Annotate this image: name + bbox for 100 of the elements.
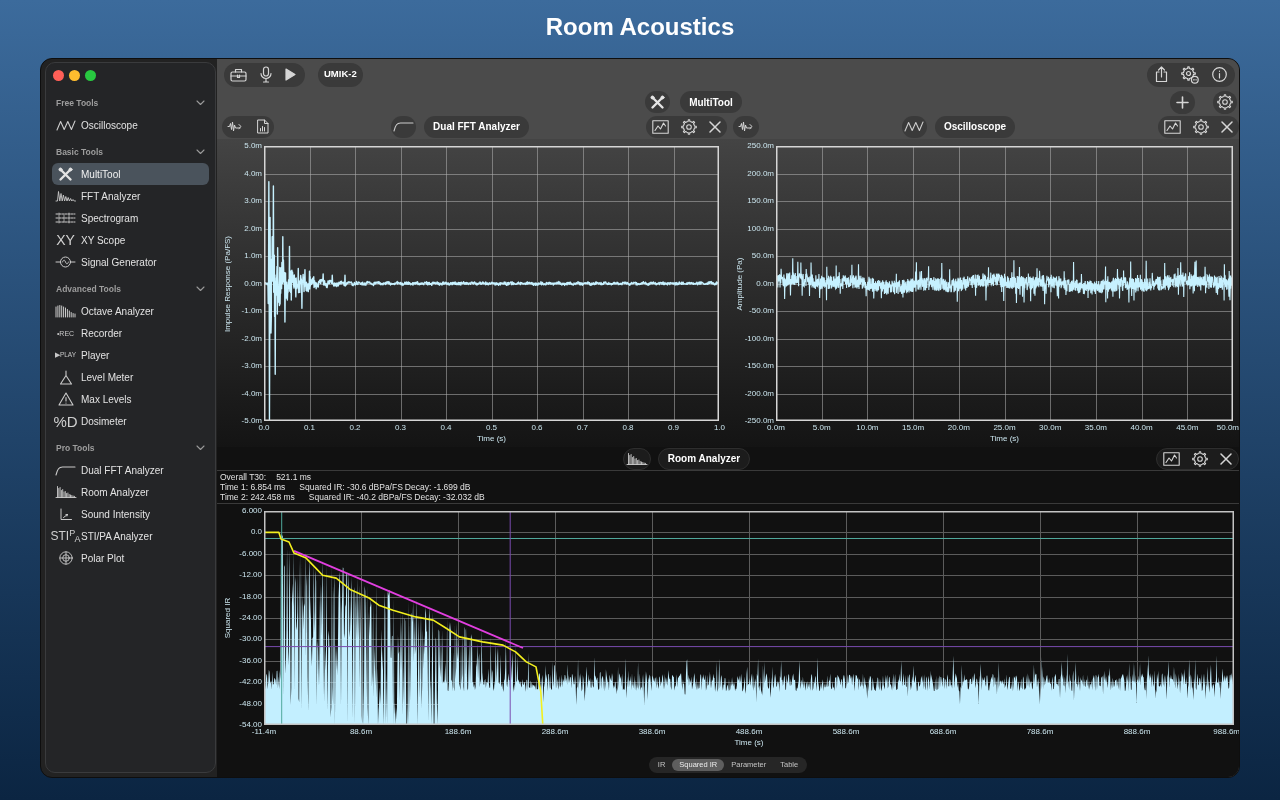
- settings-icon[interactable]: [1193, 118, 1209, 135]
- axis-tick-label: -54.00: [239, 721, 262, 729]
- axis-tick-label: -50.0m: [749, 307, 774, 315]
- axis-tick-label: 25.0m: [993, 424, 1016, 432]
- sidebar-item[interactable]: Room Analyzer: [52, 481, 209, 503]
- axis-title: Squared IR: [224, 597, 232, 639]
- close-icon[interactable]: [709, 120, 721, 133]
- settings-button[interactable]: [1213, 90, 1237, 114]
- play-icon[interactable]: [285, 68, 296, 81]
- panel-title-button[interactable]: Oscilloscope: [934, 115, 1016, 138]
- axis-tick-label: 0.0m: [244, 279, 262, 288]
- spectrum-peaks-icon: [55, 190, 76, 202]
- panel-title-button[interactable]: Room Analyzer: [657, 447, 751, 470]
- axis-tick-label: -100.0m: [744, 334, 774, 343]
- axis-tick-label: -11.4m: [251, 728, 277, 736]
- tool-icon-button[interactable]: [645, 91, 671, 113]
- line-chart-icon[interactable]: [1163, 451, 1180, 466]
- sine-generator-icon: [55, 256, 76, 268]
- axis-tick-label: 988.6m: [1213, 728, 1239, 736]
- section-header[interactable]: Free Tools: [52, 92, 209, 114]
- toolbox-icon[interactable]: [230, 67, 247, 82]
- axis-tick-label: -5.0m: [241, 417, 262, 425]
- axis-tick-label: 0.2: [349, 424, 361, 432]
- axis-tick-label: 488.6m: [735, 728, 763, 736]
- axis-tick-label: 888.6m: [1123, 728, 1151, 736]
- axis-tick-label: 10.0m: [856, 424, 879, 432]
- line-chart-icon[interactable]: [652, 119, 669, 134]
- sidebar-item[interactable]: Level Meter: [52, 366, 209, 388]
- axis-tick-label: 288.6m: [541, 728, 569, 736]
- wave-arrow-icon[interactable]: [227, 121, 243, 132]
- axis-tick-label: 4.0m: [244, 169, 262, 178]
- zoom-window-button[interactable]: [85, 69, 96, 81]
- sidebar-item[interactable]: Oscilloscope: [52, 114, 209, 136]
- cursor-time-readout: Time 2: 242.458 ms: [220, 492, 295, 502]
- rising-curve-icon: [393, 121, 415, 132]
- section-header[interactable]: Advanced Tools: [52, 278, 209, 300]
- sidebar-item[interactable]: Dual FFT Analyzer: [52, 459, 209, 481]
- axis-tick-label: 688.6m: [929, 728, 957, 736]
- readout-label: Overall T30:: [220, 472, 267, 482]
- document-chart-icon[interactable]: [257, 119, 269, 134]
- axis-tick-label: 0.0m: [767, 424, 785, 432]
- axis-tick-label: 0.0: [250, 528, 262, 537]
- sine-wave-icon: [904, 121, 925, 132]
- axis-tick-label: 20.0m: [947, 424, 970, 432]
- section-header[interactable]: Pro Tools: [52, 437, 209, 459]
- xy-icon: XY: [56, 233, 75, 247]
- axis-tick-label: 5.0m: [812, 424, 831, 432]
- sidebar-item[interactable]: Sound Intensity: [52, 503, 209, 525]
- gear-badge-icon[interactable]: [1181, 65, 1199, 84]
- axis-tick-label: -30.00: [239, 635, 262, 644]
- percent-d-icon: %D: [53, 413, 78, 429]
- sidebar-item[interactable]: Signal Generator: [52, 251, 209, 273]
- settings-icon[interactable]: [1192, 450, 1208, 467]
- axis-tick-label: -6.000: [239, 549, 262, 558]
- page-title: Room Acoustics: [545, 15, 735, 39]
- wave-arrow-icon[interactable]: [738, 121, 754, 132]
- sidebar-item[interactable]: %D Dosimeter: [52, 410, 209, 432]
- section-header[interactable]: Basic Tools: [52, 141, 209, 163]
- bars-icon: [55, 304, 76, 318]
- sidebar-item[interactable]: Max Levels: [52, 388, 209, 410]
- microphone-icon[interactable]: [260, 66, 272, 83]
- axis-tick-label: 30.0m: [1039, 424, 1062, 432]
- axis-tick-label: 15.0m: [902, 424, 925, 432]
- axis-tick-label: 5.0m: [244, 142, 262, 150]
- crossed-tools-icon: [58, 166, 73, 182]
- close-icon[interactable]: [1221, 120, 1233, 133]
- sidebar-item[interactable]: MultiTool: [52, 163, 209, 185]
- decay-spikes-icon: [625, 451, 648, 466]
- axis-title: Time (s): [734, 737, 764, 748]
- axis-tick-label: 0.0m: [756, 279, 774, 288]
- panel-title-button[interactable]: Dual FFT Analyzer: [424, 115, 529, 138]
- sine-wave-icon: [55, 119, 76, 131]
- axis-tick-label: -250.0m: [744, 417, 774, 425]
- line-chart-icon[interactable]: [1164, 119, 1181, 134]
- info-icon[interactable]: [1212, 67, 1227, 82]
- sidebar-item[interactable]: Octave Analyzer: [52, 300, 209, 322]
- add-button[interactable]: [1170, 90, 1195, 114]
- tool-icon-button[interactable]: [622, 447, 651, 470]
- device-button[interactable]: UMIK-2: [318, 62, 363, 87]
- axis-tick-label: -12.00: [239, 571, 262, 580]
- settings-icon: [1217, 94, 1233, 110]
- axis-tick-label: -2.0m: [241, 334, 262, 343]
- axis-tick-label: -42.00: [239, 678, 262, 687]
- sidebar-item[interactable]: Polar Plot: [52, 547, 209, 569]
- axis-tick-label: 40.0m: [1130, 424, 1153, 432]
- close-icon[interactable]: [1220, 452, 1232, 465]
- sidebar-item[interactable]: Spectrogram: [52, 207, 209, 229]
- workspace-name-button[interactable]: MultiTool: [680, 91, 742, 113]
- sidebar-item[interactable]: FFT Analyzer: [52, 185, 209, 207]
- settings-icon[interactable]: [681, 118, 697, 135]
- sidebar-item[interactable]: XY XY Scope: [52, 229, 209, 251]
- axis-tick-label: 0.6: [531, 424, 543, 432]
- share-icon[interactable]: [1155, 66, 1168, 83]
- sidebar-item[interactable]: STI$^{P}$$_{A}$STI/PA Analyzer: [52, 525, 209, 547]
- axis-tick-label: 0.4: [440, 424, 452, 432]
- rising-curve-icon: [55, 464, 76, 476]
- axis-tick-label: 200.0m: [747, 169, 774, 178]
- minimize-window-button[interactable]: [69, 69, 80, 81]
- tool-icon-button[interactable]: [901, 115, 927, 138]
- close-window-button[interactable]: [53, 69, 64, 81]
